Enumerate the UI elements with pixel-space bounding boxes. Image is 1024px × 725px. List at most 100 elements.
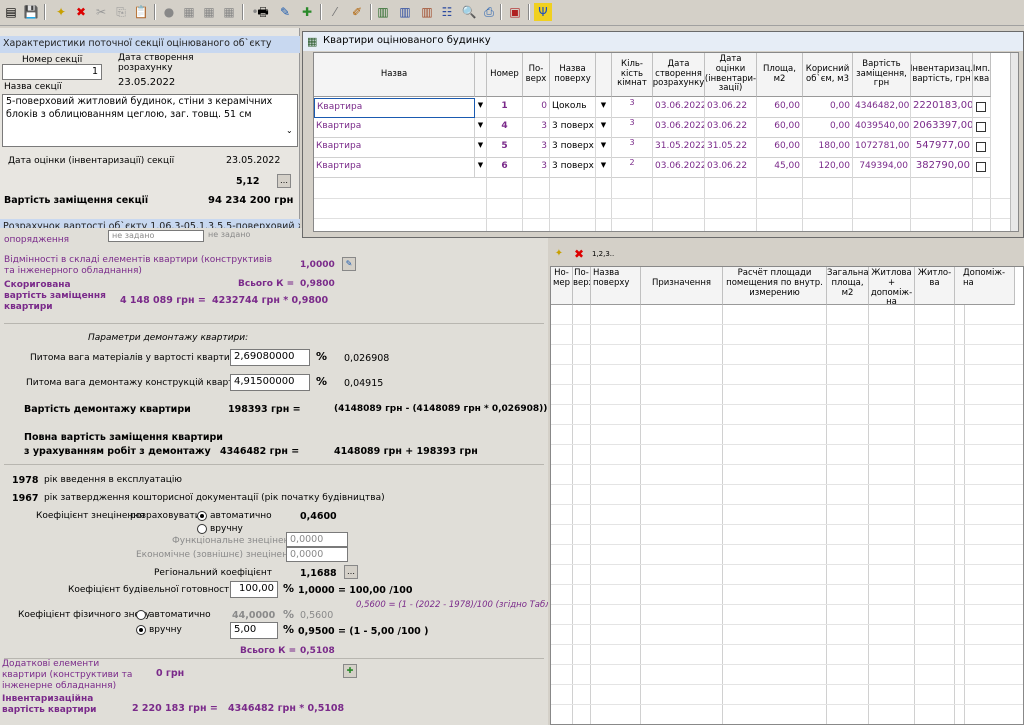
apt-cell-name[interactable]: Квартира [314, 138, 475, 158]
apt-cell-replacement[interactable]: 749394,00 [853, 158, 911, 178]
apt-cell-inventory[interactable]: 382790,00 [911, 158, 973, 178]
export-icon[interactable]: ⎙ [480, 3, 498, 21]
col-replacement[interactable]: Вартість заміщення, грн [853, 53, 911, 97]
users-icon[interactable]: ☷ [438, 3, 456, 21]
table-row[interactable] [551, 365, 1023, 385]
apt-cell-volume[interactable]: 0,00 [803, 118, 853, 138]
table-row[interactable] [551, 545, 1023, 565]
checkbox[interactable] [976, 142, 986, 152]
apt-cell-area[interactable]: 60,00 [757, 138, 803, 158]
apt-cell-volume[interactable]: 180,00 [803, 138, 853, 158]
chart2-icon[interactable]: ▥ [396, 3, 414, 21]
col-living-aux[interactable]: Житлова + допоміж-на [869, 267, 915, 305]
table-row[interactable] [551, 465, 1023, 485]
depr-manual-radio[interactable] [197, 524, 207, 534]
apt-cell-floor[interactable]: 3 [523, 118, 550, 138]
apt-cell-replacement[interactable]: 4039540,00 [853, 118, 911, 138]
table-row[interactable] [551, 485, 1023, 505]
col-eval[interactable]: Дата оцінки (інвентари-зації) [705, 53, 757, 97]
col-room-floor[interactable]: По-верх [573, 267, 591, 305]
dropdown-arrow-icon[interactable]: ▼ [596, 118, 612, 138]
edit-icon[interactable]: ✎ [276, 3, 294, 21]
col-floor[interactable]: По-верх [523, 53, 550, 97]
calc-icon[interactable]: ▣ [506, 3, 524, 21]
col-total-area[interactable]: Загальна площа, м2 [827, 267, 869, 305]
apt-cell-created[interactable]: 03.06.2022 [653, 98, 705, 118]
phys-manual-radio[interactable] [136, 625, 146, 635]
col-floor-name[interactable]: Назва поверху [550, 53, 596, 97]
apartments-scrollbar[interactable] [1010, 53, 1018, 231]
table-row[interactable] [551, 645, 1023, 665]
col-living[interactable]: Житло-ва [915, 267, 955, 305]
paste-icon[interactable]: 📋 [132, 3, 150, 21]
phys-manual-input[interactable]: 5,00 [230, 622, 278, 639]
checkbox[interactable] [976, 162, 986, 172]
econ-depr-input[interactable]: 0,0000 [286, 547, 348, 562]
func-depr-input[interactable]: 0,0000 [286, 532, 348, 547]
apt-cell-volume[interactable]: 120,00 [803, 158, 853, 178]
apt-cell-eval[interactable]: 03.06.22 [705, 118, 757, 138]
apt-cell-inventory[interactable]: 547977,00 [911, 138, 973, 158]
apt-cell-eval[interactable]: 03.06.22 [705, 158, 757, 178]
table-row[interactable] [551, 625, 1023, 645]
chart3-icon[interactable]: ▥ [418, 3, 436, 21]
coef-button[interactable]: … [277, 174, 291, 188]
add-icon[interactable]: ✚ [343, 664, 357, 678]
print-icon[interactable]: 🖶 [254, 3, 272, 21]
table-row[interactable] [551, 405, 1023, 425]
table-row[interactable] [551, 325, 1023, 345]
new-icon[interactable]: ✦ [52, 3, 70, 21]
chart-icon[interactable]: ▥ [374, 3, 392, 21]
copy-icon[interactable]: ⎘ [112, 3, 130, 21]
apt-cell-floor-name[interactable]: Цоколь [550, 98, 596, 118]
add-icon[interactable]: ✚ [298, 3, 316, 21]
delete-icon[interactable]: ✖ [72, 3, 90, 21]
col-name[interactable]: Назва [314, 53, 475, 97]
apt-cell-eval[interactable]: 31.05.22 [705, 138, 757, 158]
col-inventory[interactable]: Інвентаризац. вартість, грн [911, 53, 973, 97]
apt-cell-inventory[interactable]: 2220183,00 [911, 98, 973, 118]
apt-cell-volume[interactable]: 0,00 [803, 98, 853, 118]
apt-cell-floor-name[interactable]: 3 поверх [550, 158, 596, 178]
grid3-icon[interactable]: ▦ [220, 3, 238, 21]
checkbox[interactable] [976, 122, 986, 132]
apt-cell-area[interactable]: 60,00 [757, 98, 803, 118]
table-row[interactable] [551, 305, 1023, 325]
apt-cell-replacement[interactable]: 1072781,00 [853, 138, 911, 158]
table-row[interactable] [551, 585, 1023, 605]
readiness-input[interactable]: 100,00 [230, 581, 278, 598]
dropdown-arrow-icon[interactable]: ▼ [596, 158, 612, 178]
table-row[interactable] [551, 685, 1023, 705]
apt-cell-num[interactable]: 4 [487, 118, 523, 138]
apt-cell-eval[interactable]: 03.06.22 [705, 98, 757, 118]
dropdown-arrow-icon[interactable]: ▼ [596, 98, 612, 118]
col-number[interactable]: Номер [487, 53, 523, 97]
table-row[interactable] [551, 425, 1023, 445]
apt-cell-created[interactable]: 31.05.2022 [653, 138, 705, 158]
apt-cell-name[interactable]: Квартира [314, 98, 475, 118]
apt-cell-num[interactable]: 6 [487, 158, 523, 178]
col-area-calc[interactable]: Расчёт площади помещения по внутр. измер… [723, 267, 827, 305]
section-description[interactable]: 5-поверховий житловий будинок, стіни з к… [2, 94, 298, 147]
apt-cell-floor-name[interactable]: 3 поверх [550, 118, 596, 138]
apt-cell-floor-name[interactable]: 3 поверх [550, 138, 596, 158]
checkbox[interactable] [976, 102, 986, 112]
apt-cell-area[interactable]: 60,00 [757, 118, 803, 138]
delete-icon[interactable]: ✖ [572, 247, 586, 261]
table-row[interactable] [551, 445, 1023, 465]
table-row[interactable] [551, 385, 1023, 405]
apt-cell-area[interactable]: 45,00 [757, 158, 803, 178]
col-import[interactable]: Імп. ква [973, 53, 991, 97]
search-icon[interactable]: 🔍 [460, 3, 478, 21]
mat-share-input[interactable]: 2,69080000 [230, 349, 310, 366]
pencil-icon[interactable]: ✐ [348, 3, 366, 21]
table-row[interactable] [551, 345, 1023, 365]
apt-cell-floor[interactable]: 3 [523, 138, 550, 158]
circle-icon[interactable]: ● [160, 3, 178, 21]
apt-cell-rooms[interactable]: 2 [612, 158, 653, 178]
save-icon[interactable]: 💾 [22, 3, 40, 21]
col-room-number[interactable]: Но-мер [551, 267, 573, 305]
col-created[interactable]: Дата створення розрахунку [653, 53, 705, 97]
cut-icon[interactable]: ✂ [92, 3, 110, 21]
apt-cell-name[interactable]: Квартира [314, 158, 475, 178]
